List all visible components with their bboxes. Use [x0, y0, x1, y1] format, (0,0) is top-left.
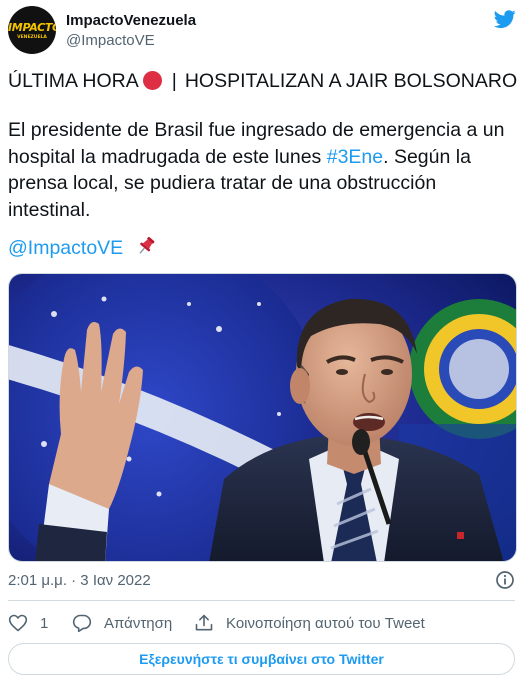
headline-right: HOSPITALIZAN A JAIR BOLSONARO — [184, 70, 518, 92]
pushpin-emoji-icon — [139, 236, 155, 254]
like-count: 1 — [40, 614, 49, 632]
tweet-card: IMPACTO VENEZUELA ImpactoVenezuela @Impa… — [0, 0, 523, 678]
like-button[interactable]: 1 — [8, 611, 48, 635]
explore-twitter-button[interactable]: Εξερευνήστε τι συμβαίνει στο Twitter — [8, 643, 515, 675]
headline-left: ÚLTIMA HORA — [8, 70, 139, 92]
tweet-body: El presidente de Brasil fue ingresado de… — [8, 117, 518, 223]
twitter-bird-icon[interactable] — [493, 8, 517, 30]
bolsonaro-photo-illustration — [9, 274, 516, 561]
mention-link[interactable]: @ImpactoVE — [8, 237, 123, 259]
headline-separator: | — [171, 70, 177, 92]
author-display-name[interactable]: ImpactoVenezuela — [66, 12, 196, 29]
avatar-logo-text: IMPACTO — [8, 21, 56, 34]
reply-label: Απάντηση — [104, 614, 173, 632]
share-upload-icon — [195, 614, 213, 631]
red-circle-emoji-icon — [142, 71, 162, 90]
tweet-timestamp[interactable]: 2:01 μ.μ. · 3 Ιαν 2022 — [8, 572, 151, 589]
hashtag-link[interactable]: #3Ene — [327, 146, 383, 168]
author-handle[interactable]: @ImpactoVE — [66, 32, 155, 49]
avatar-logo-subtext: VENEZUELA — [17, 35, 47, 40]
reply-button[interactable]: Απάντηση — [72, 611, 172, 635]
tweet-headline: ÚLTIMA HORA | HOSPITALIZAN A JAIR BOLSONAR… — [8, 69, 518, 93]
share-label: Κοινοποίηση αυτού του Tweet — [226, 614, 425, 632]
info-icon[interactable] — [495, 570, 515, 590]
mention-line: @ImpactoVE — [8, 235, 157, 261]
avatar[interactable]: IMPACTO VENEZUELA — [8, 6, 56, 54]
heart-icon — [8, 614, 28, 632]
divider — [8, 600, 515, 601]
tweet-photo[interactable] — [8, 273, 517, 562]
reply-bubble-icon — [72, 614, 92, 633]
share-button[interactable]: Κοινοποίηση αυτού του Tweet — [194, 611, 425, 635]
